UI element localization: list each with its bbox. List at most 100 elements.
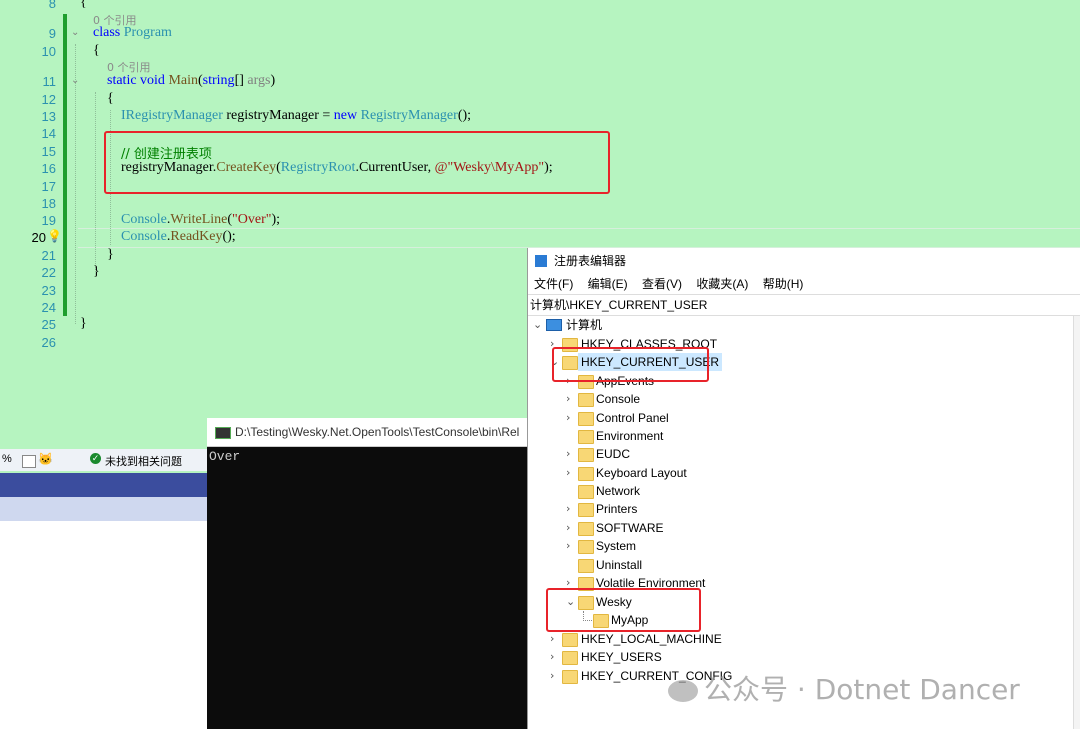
console-title: D:\Testing\Wesky.Net.OpenTools\TestConso…	[235, 425, 520, 439]
console-title-bar[interactable]: D:\Testing\Wesky.Net.OpenTools\TestConso…	[207, 418, 532, 447]
code-line: }	[107, 247, 114, 262]
watermark-text: 公众号 · Dotnet Dancer	[704, 673, 1020, 706]
indent-guide	[95, 92, 96, 272]
console-window[interactable]: D:\Testing\Wesky.Net.OpenTools\TestConso…	[207, 418, 532, 729]
tree-label: Network	[596, 484, 641, 498]
regedit-title: 注册表编辑器	[554, 254, 627, 268]
highlight-box-code	[104, 131, 610, 194]
menu-favorites[interactable]: 收藏夹(A)	[696, 277, 748, 291]
folder-icon	[562, 633, 578, 647]
chevron-right-icon[interactable]: ›	[566, 519, 576, 537]
indent-guide	[75, 44, 76, 324]
panel-tab-strip	[0, 497, 210, 521]
menu-help[interactable]: 帮助(H)	[763, 277, 804, 291]
line-number-current: 20	[31, 230, 46, 245]
line-number: 26	[41, 335, 56, 350]
tree-scrollbar[interactable]	[1073, 316, 1080, 729]
check-circle-icon: ✓	[90, 453, 101, 464]
highlight-box-wesky	[546, 588, 701, 632]
registry-editor-window[interactable]: 注册表编辑器 文件(F) 编辑(E) 查看(V) 收藏夹(A) 帮助(H) 计算…	[527, 248, 1080, 729]
regedit-icon	[535, 255, 547, 267]
fold-chevron-icon[interactable]: ⌄	[71, 27, 79, 38]
issues-status[interactable]: 未找到相关问题	[105, 453, 182, 469]
chevron-right-icon[interactable]: ›	[566, 464, 576, 482]
tree-label: Printers	[596, 502, 638, 516]
chevron-right-icon[interactable]: ›	[550, 667, 560, 685]
tree-label: HKEY_LOCAL_MACHINE	[581, 632, 722, 646]
zoom-dropdown[interactable]	[22, 455, 36, 468]
code-line: {	[107, 91, 114, 106]
folder-icon	[578, 540, 594, 554]
tree-label: 计算机	[566, 318, 603, 332]
menu-view[interactable]: 查看(V)	[642, 277, 682, 291]
line-number: 9	[48, 26, 56, 41]
tree-label: Environment	[596, 429, 664, 443]
line-number: 10	[41, 44, 56, 59]
tree-label: EUDC	[596, 447, 631, 461]
line-number: 25	[41, 317, 56, 332]
menu-edit[interactable]: 编辑(E)	[588, 277, 628, 291]
address-bar[interactable]: 计算机\HKEY_CURRENT_USER	[528, 294, 1080, 316]
line-number: 21	[41, 248, 56, 263]
code-line: {	[80, 0, 87, 10]
tree-label: System	[596, 539, 637, 553]
zoom-level[interactable]: %	[2, 453, 12, 465]
editor-status-bar: % 🐱 ✓ 未找到相关问题	[0, 449, 210, 471]
console-icon	[215, 426, 231, 439]
line-number: 22	[41, 265, 56, 280]
code-line: }	[93, 264, 100, 279]
console-output: Over	[209, 449, 241, 464]
line-number: 19	[41, 213, 56, 228]
wechat-icon	[668, 680, 698, 702]
tree-label: Uninstall	[596, 558, 643, 572]
line-number: 15	[41, 144, 56, 159]
folder-icon	[578, 412, 594, 426]
change-marker-bar	[63, 14, 67, 316]
chevron-down-icon[interactable]: ⌄	[533, 316, 543, 334]
folder-icon	[578, 503, 594, 517]
tree-label: Console	[596, 392, 641, 406]
folder-icon	[562, 670, 578, 684]
panel-header	[0, 473, 210, 497]
line-number: 11	[42, 74, 57, 89]
folder-icon	[562, 651, 578, 665]
output-panel	[0, 521, 210, 729]
code-line: static void Main(string[] args)	[107, 73, 276, 88]
chevron-right-icon[interactable]: ›	[566, 409, 576, 427]
line-number: 14	[41, 126, 56, 141]
chevron-right-icon[interactable]: ›	[566, 500, 576, 518]
line-number: 12	[41, 92, 56, 107]
code-line: IRegistryManager registryManager = new R…	[121, 108, 472, 123]
folder-icon	[578, 485, 594, 499]
line-number: 24	[41, 300, 56, 315]
code-line: Console.ReadKey();	[121, 229, 236, 244]
regedit-title-bar[interactable]: 注册表编辑器	[528, 248, 1080, 274]
code-line: Console.WriteLine("Over");	[121, 212, 281, 227]
code-line: {	[93, 43, 100, 58]
code-line: class Program	[93, 25, 172, 40]
line-number: 23	[41, 283, 56, 298]
computer-icon	[546, 319, 562, 331]
regedit-menu-bar: 文件(F) 编辑(E) 查看(V) 收藏夹(A) 帮助(H)	[528, 274, 1080, 294]
chevron-right-icon[interactable]: ›	[566, 445, 576, 463]
tree-label: Keyboard Layout	[596, 466, 687, 480]
folder-icon	[578, 467, 594, 481]
chevron-right-icon[interactable]: ›	[566, 390, 576, 408]
line-number: 13	[41, 109, 56, 124]
tree-label: HKEY_USERS	[581, 650, 662, 664]
tree-label: Control Panel	[596, 411, 669, 425]
folder-icon	[578, 393, 594, 407]
highlight-box-hkcu	[552, 347, 709, 382]
tree-label: SOFTWARE	[596, 521, 664, 535]
lightbulb-icon[interactable]: 💡	[47, 229, 62, 243]
chevron-right-icon[interactable]: ›	[550, 630, 560, 648]
folder-icon	[578, 559, 594, 573]
chevron-right-icon[interactable]: ›	[566, 537, 576, 555]
copilot-icon[interactable]: 🐱	[38, 452, 53, 466]
code-line: }	[80, 316, 87, 331]
line-number: 8	[48, 0, 56, 11]
line-number: 17	[41, 179, 56, 194]
line-number: 16	[41, 161, 56, 176]
menu-file[interactable]: 文件(F)	[534, 277, 573, 291]
chevron-right-icon[interactable]: ›	[550, 648, 560, 666]
